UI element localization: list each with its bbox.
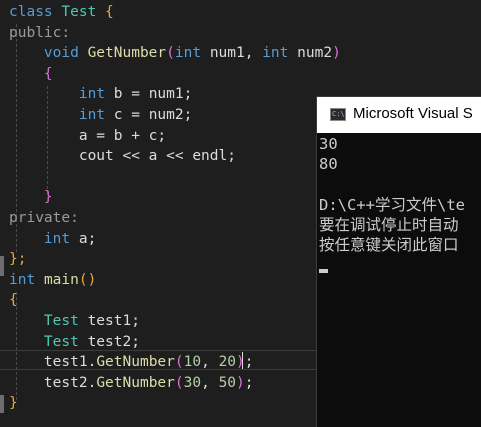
code-token: 30 <box>183 374 202 391</box>
console-cursor <box>319 269 328 273</box>
code-line: }; <box>9 249 26 270</box>
code-token: int <box>43 230 71 247</box>
code-token: } <box>9 395 18 412</box>
code-line: test2.GetNumber(30, 50); <box>9 373 254 394</box>
code-token: Test <box>43 313 79 329</box>
code-token: ) <box>236 354 245 371</box>
console-window-title: Microsoft Visual S <box>353 105 473 122</box>
code-line: public: <box>9 23 70 44</box>
code-token: main <box>43 271 79 288</box>
code-token: GetNumber <box>96 354 175 371</box>
code-token: Test <box>61 4 97 20</box>
code-token: c = num2; <box>105 107 193 123</box>
code-token: void <box>43 45 79 62</box>
code-token: ) <box>332 45 341 62</box>
console-app-icon: C:\ <box>330 108 346 121</box>
console-output-line: 按任意键关闭此窗口 <box>319 236 459 254</box>
code-token: , <box>201 354 219 371</box>
code-token: cout << a << endl; <box>9 148 236 165</box>
code-token: int <box>262 45 289 62</box>
console-output-line: 30 <box>319 135 338 153</box>
code-token: num1, <box>201 45 263 62</box>
change-marker <box>0 256 4 276</box>
code-line: int b = num1; <box>9 84 193 105</box>
code-token: () <box>78 271 97 288</box>
code-token: int <box>174 45 202 62</box>
code-line: a = b + c; <box>9 126 166 147</box>
code-line: Test test2; <box>9 332 140 353</box>
code-line: { <box>9 64 53 85</box>
code-line: int a; <box>9 229 96 250</box>
code-token: GetNumber <box>96 374 175 391</box>
code-token: num2 <box>288 45 333 62</box>
code-line: class Test { <box>9 2 114 23</box>
code-token: { <box>9 292 18 309</box>
code-token: ; <box>244 374 254 391</box>
console-output-line: 80 <box>319 155 338 173</box>
code-line: Test test1; <box>9 311 140 332</box>
code-token: ) <box>236 374 245 391</box>
code-line: int main() <box>9 270 96 291</box>
code-line: private: <box>9 208 79 229</box>
code-token: a = b + c; <box>9 127 167 144</box>
code-line: } <box>9 393 18 414</box>
code-token: test1; <box>78 313 140 329</box>
code-token: ( <box>174 374 184 391</box>
code-token: int <box>9 271 36 288</box>
code-line: } <box>9 187 53 208</box>
code-token: { <box>105 4 114 20</box>
code-line: int c = num2; <box>9 105 193 126</box>
code-token: } <box>43 189 53 206</box>
console-titlebar[interactable]: C:\ Microsoft Visual S <box>317 97 481 133</box>
console-window[interactable]: C:\ Microsoft Visual S 30 80 D:\C++学习文件\… <box>316 96 481 427</box>
code-token: { <box>43 65 53 82</box>
code-token: int <box>78 86 106 103</box>
code-token: public: <box>9 24 71 41</box>
code-token: 10 <box>183 354 202 371</box>
code-token: class <box>9 4 53 20</box>
code-line: test1.GetNumber(10, 20); <box>9 352 254 373</box>
console-output-line: 要在调试停止时自动 <box>319 216 459 234</box>
code-token: test2. <box>9 374 97 391</box>
console-app-icon-text: C:\ <box>332 110 345 118</box>
code-token: Test <box>43 333 79 350</box>
code-token: test1. <box>9 354 97 371</box>
code-line: void GetNumber(int num1, int num2) <box>9 43 341 64</box>
code-token: ( <box>166 45 175 62</box>
code-token: 20 <box>218 354 237 371</box>
code-token: private: <box>9 210 79 226</box>
code-token: a; <box>70 230 97 247</box>
code-token: int <box>78 107 106 123</box>
code-token: 50 <box>218 374 237 391</box>
text-caret <box>242 352 243 369</box>
code-token: ( <box>174 354 184 371</box>
console-output-line: D:\C++学习文件\te <box>319 196 465 214</box>
code-token: , <box>201 374 219 391</box>
code-token: ; <box>244 354 254 371</box>
code-token: test2; <box>78 333 140 350</box>
code-token: }; <box>9 251 27 268</box>
code-line: cout << a << endl; <box>9 146 236 167</box>
code-line: { <box>9 290 18 311</box>
code-token: b = num1; <box>105 86 193 103</box>
change-marker <box>0 395 4 413</box>
code-token: GetNumber <box>87 45 167 62</box>
